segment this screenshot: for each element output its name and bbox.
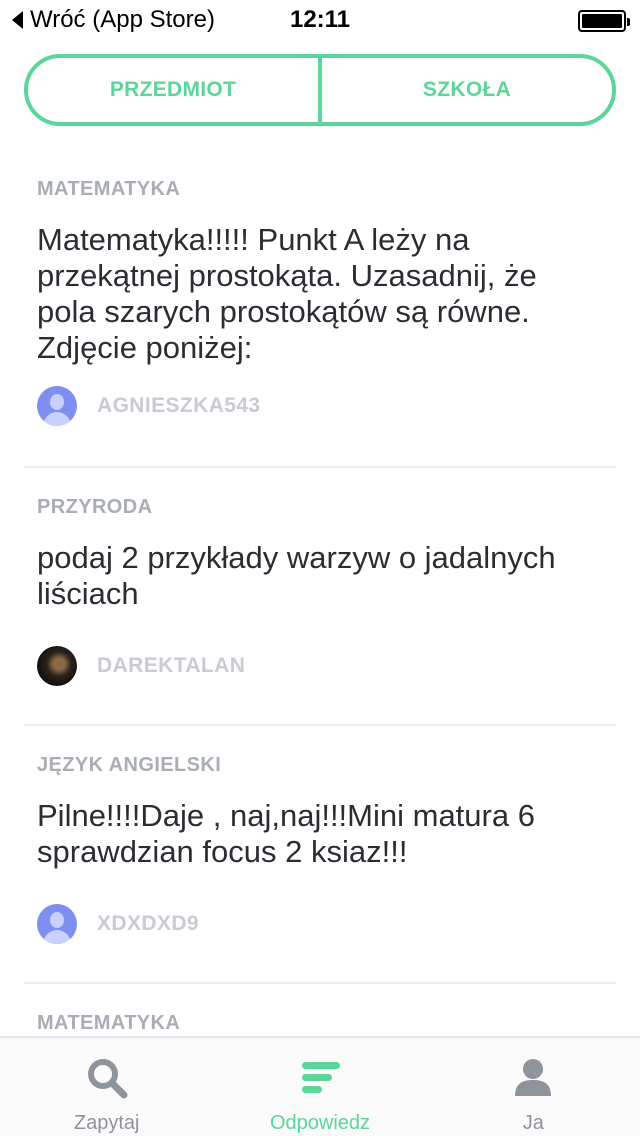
clock: 12:11 xyxy=(289,6,351,33)
tab-ask-label[interactable]: Zapytaj xyxy=(0,1112,213,1135)
question-subject: MATEMATYKA xyxy=(37,178,181,200)
battery-icon xyxy=(578,10,630,32)
status-bar: Wróć (App Store) 12:11 xyxy=(0,0,640,40)
question-subject: JĘZYK ANGIELSKI xyxy=(37,754,222,776)
tab-ask[interactable]: Zapytaj xyxy=(0,1038,213,1136)
segment-school[interactable]: SZKOŁA xyxy=(318,58,612,122)
tab-me[interactable]: Ja xyxy=(427,1038,640,1136)
tab-answer-label[interactable]: Odpowiedz xyxy=(213,1112,426,1135)
author-username[interactable]: XDXDXD9 xyxy=(97,912,199,936)
question-feed[interactable]: MATEMATYKA Matematyka!!!!! Punkt A leży … xyxy=(0,150,640,1036)
tab-answer[interactable]: Odpowiedz xyxy=(213,1038,426,1136)
question-subject: MATEMATYKA xyxy=(37,1012,181,1034)
question-author[interactable]: XDXDXD9 xyxy=(37,904,199,944)
search-icon[interactable] xyxy=(85,1056,129,1100)
filter-segmented-control: PRZEDMIOT SZKOŁA xyxy=(24,54,616,126)
answer-lines-icon[interactable] xyxy=(298,1056,342,1100)
avatar[interactable] xyxy=(37,646,77,686)
question-card[interactable]: PRZYRODA podaj 2 przykłady warzyw o jada… xyxy=(24,468,616,726)
question-author[interactable]: AGNIESZKA543 xyxy=(37,386,261,426)
question-text[interactable]: podaj 2 przykłady warzyw o jadalnych liś… xyxy=(37,540,597,612)
question-text[interactable]: Pilne!!!!Daje , naj,naj!!!Mini matura 6 … xyxy=(37,798,597,870)
avatar[interactable] xyxy=(37,904,77,944)
user-icon[interactable] xyxy=(511,1056,555,1100)
segment-subject[interactable]: PRZEDMIOT xyxy=(28,58,318,122)
tab-bar: Zapytaj Odpowiedz Ja xyxy=(0,1036,640,1136)
question-author[interactable]: DAREKTALAN xyxy=(37,646,245,686)
question-card[interactable]: MATEMATYKA xyxy=(24,984,616,1036)
question-subject: PRZYRODA xyxy=(37,496,153,518)
author-username[interactable]: AGNIESZKA543 xyxy=(97,394,261,418)
avatar[interactable] xyxy=(37,386,77,426)
question-card[interactable]: JĘZYK ANGIELSKI Pilne!!!!Daje , naj,naj!… xyxy=(24,726,616,984)
tab-me-label[interactable]: Ja xyxy=(427,1112,640,1135)
question-card[interactable]: MATEMATYKA Matematyka!!!!! Punkt A leży … xyxy=(24,150,616,468)
question-text[interactable]: Matematyka!!!!! Punkt A leży na przekątn… xyxy=(37,222,597,366)
author-username[interactable]: DAREKTALAN xyxy=(97,654,245,678)
